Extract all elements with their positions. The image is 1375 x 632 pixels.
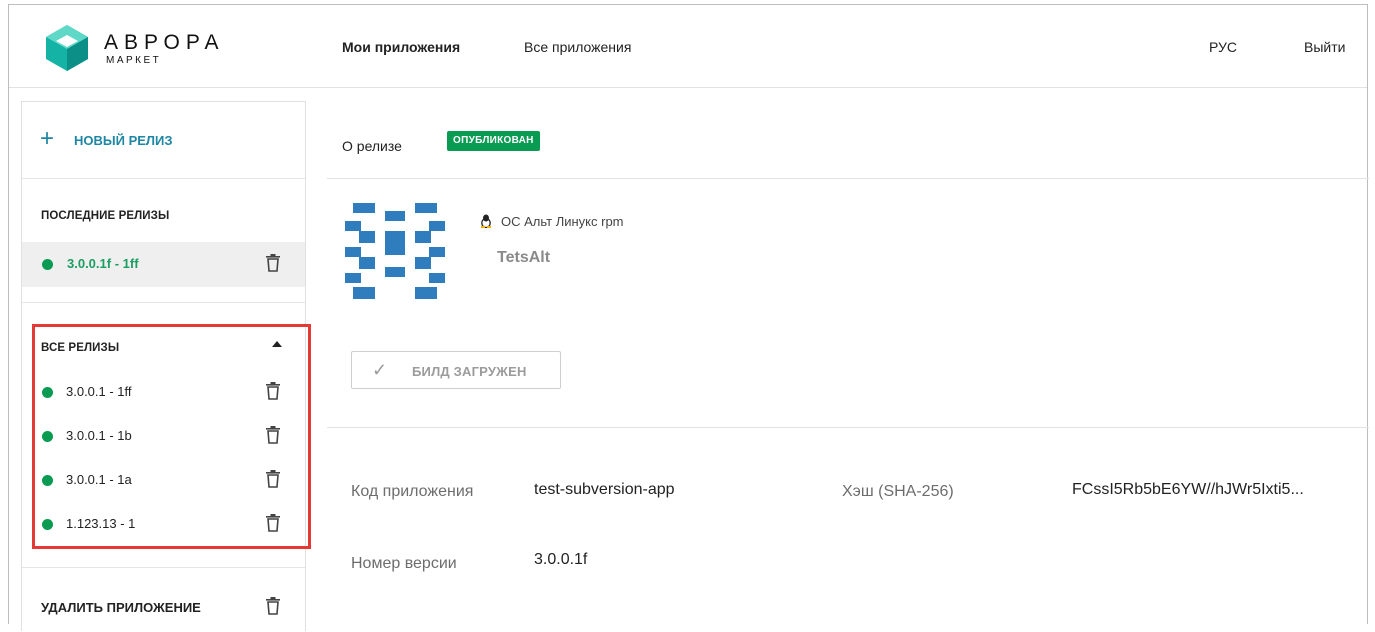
new-release-label: НОВЫЙ РЕЛИЗ	[74, 133, 173, 148]
app-icon	[345, 203, 445, 299]
delete-app-button[interactable]: УДАЛИТЬ ПРИЛОЖЕНИЕ	[22, 582, 305, 632]
language-switch[interactable]: РУС	[1209, 39, 1237, 55]
version-value: 3.0.0.1f	[534, 551, 588, 568]
release-label: 3.0.0.1f - 1ff	[67, 256, 139, 271]
trash-icon[interactable]	[266, 254, 280, 272]
divider	[22, 302, 305, 303]
status-dot-icon	[42, 259, 53, 270]
divider	[327, 427, 1369, 428]
build-uploaded-button[interactable]: ✓ БИЛД ЗАГРУЖЕН	[351, 351, 561, 389]
header: АВРОРА МАРКЕТ Мои приложения Все приложе…	[9, 5, 1367, 88]
app-name: TetsAlt	[497, 249, 551, 266]
divider	[22, 567, 305, 568]
sidebar: + НОВЫЙ РЕЛИЗ ПОСЛЕДНИЕ РЕЛИЗЫ 3.0.0.1f …	[21, 101, 311, 632]
all-releases-highlight	[32, 324, 311, 549]
app-code-label: Код приложения	[351, 483, 474, 500]
nav-all-apps[interactable]: Все приложения	[524, 39, 631, 55]
nav-my-apps[interactable]: Мои приложения	[342, 39, 460, 55]
hash-value: FCssI5Rb5bE6YW//hJWr5Ixti5...	[1072, 481, 1304, 498]
logo-cube-icon	[46, 25, 88, 71]
plus-icon: +	[40, 125, 55, 152]
check-icon: ✓	[372, 360, 388, 380]
brand-subtitle: МАРКЕТ	[106, 55, 162, 66]
logout-link[interactable]: Выйти	[1304, 39, 1345, 55]
brand-name: АВРОРА	[104, 31, 225, 54]
app-window: АВРОРА МАРКЕТ Мои приложения Все приложе…	[8, 4, 1369, 631]
build-uploaded-label: БИЛД ЗАГРУЖЕН	[412, 364, 527, 379]
page-title: О релизе	[342, 138, 402, 154]
delete-app-label: УДАЛИТЬ ПРИЛОЖЕНИЕ	[41, 600, 201, 615]
release-details: О релизе ОПУБЛИКОВАН ОС Альт Линукс rpm …	[327, 101, 1369, 631]
new-release-button[interactable]: + НОВЫЙ РЕЛИЗ	[22, 102, 305, 179]
linux-icon	[481, 214, 491, 228]
recent-release-item[interactable]: 3.0.0.1f - 1ff	[22, 242, 305, 287]
app-code-value: test-subversion-app	[534, 481, 675, 498]
os-label: ОС Альт Линукс rpm	[501, 214, 624, 229]
aurora-logo[interactable]: АВРОРА МАРКЕТ	[42, 23, 272, 75]
trash-icon	[266, 597, 280, 615]
status-badge: ОПУБЛИКОВАН	[447, 131, 540, 151]
version-label: Номер версии	[351, 555, 457, 572]
hash-label: Хэш (SHA-256)	[842, 483, 954, 500]
divider	[327, 178, 1369, 179]
recent-releases-title: ПОСЛЕДНИЕ РЕЛИЗЫ	[41, 210, 170, 222]
